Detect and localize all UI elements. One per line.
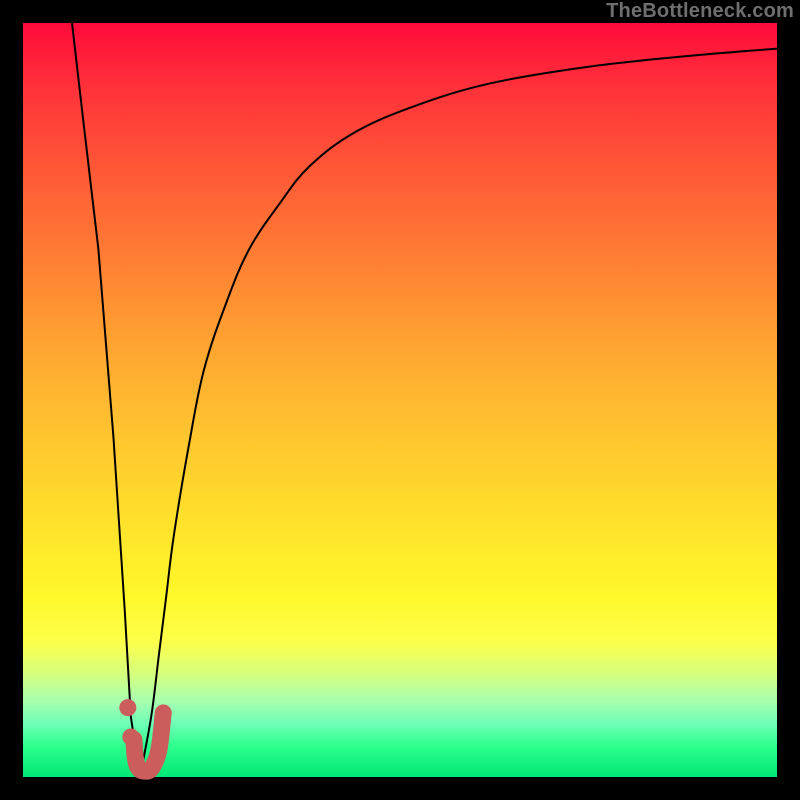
plot-area [23, 23, 777, 777]
curve-left-descent [72, 23, 140, 777]
marker-j-curve [134, 713, 163, 771]
marker-dots [119, 699, 139, 745]
curve-right-ascent [140, 49, 777, 777]
chart-svg [23, 23, 777, 777]
attribution-text: TheBottleneck.com [606, 0, 794, 23]
marker-dot [119, 699, 136, 716]
marker-dot [122, 729, 139, 746]
